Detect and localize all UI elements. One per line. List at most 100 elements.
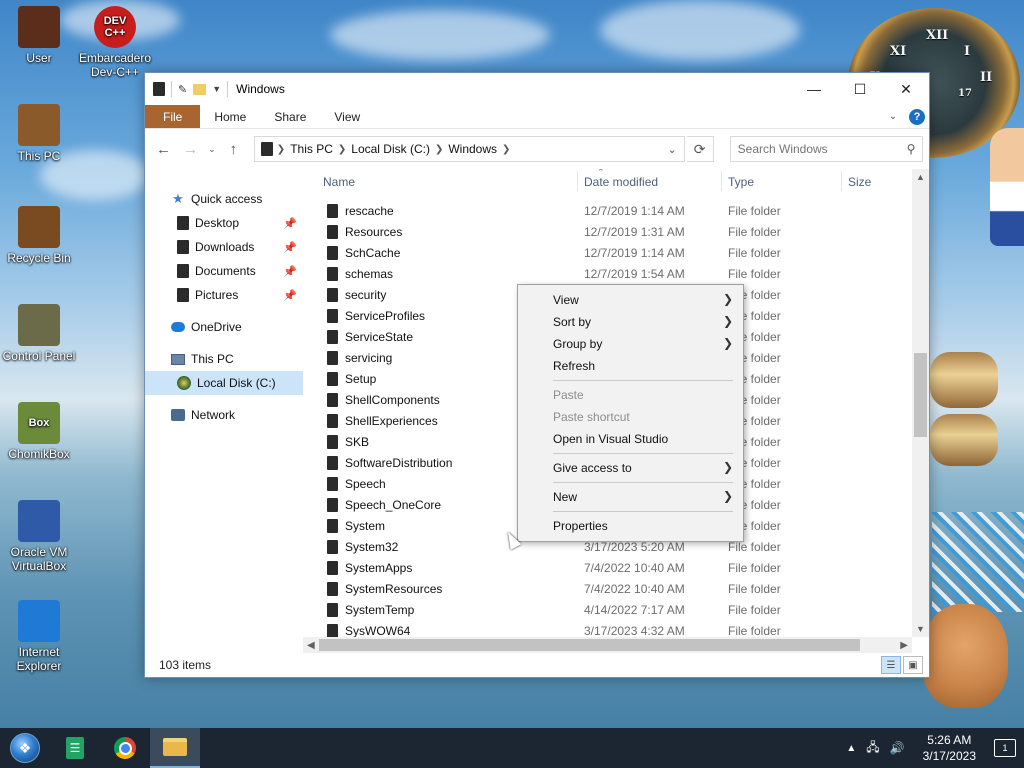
minimize-button[interactable]: — [791, 73, 837, 105]
item-count: 103 items [159, 658, 212, 672]
expand-ribbon-button[interactable]: ⌄ [881, 105, 905, 128]
tab-view[interactable]: View [320, 105, 374, 128]
volume-icon[interactable]: 🔊 [890, 741, 905, 755]
tab-share[interactable]: Share [260, 105, 320, 128]
column-header-size[interactable]: Size [840, 171, 871, 191]
file-name: Resources [345, 224, 403, 239]
menu-item-group-by[interactable]: Group by ❯ [518, 333, 743, 355]
folder-icon [327, 287, 338, 302]
column-header-name[interactable]: Name [323, 175, 355, 189]
virtualbox-icon [18, 500, 60, 542]
taskbar-sheets-button[interactable]: ☰ [50, 728, 100, 768]
nav-network[interactable]: Network [145, 403, 303, 427]
nav-downloads[interactable]: Downloads 📌 [145, 235, 303, 259]
table-row[interactable]: SystemResources 7/4/2022 10:40 AM File fol… [303, 578, 913, 599]
scroll-up-icon[interactable]: ▲ [912, 169, 929, 185]
large-icons-view-button[interactable]: ▣ [903, 656, 923, 674]
chevron-down-icon: ⌄ [667, 143, 677, 156]
chevron-right-icon: ❯ [722, 460, 733, 474]
desktop-icon[interactable]: Oracle VM VirtualBox [2, 500, 76, 573]
menu-item-new[interactable]: New ❯ [518, 486, 743, 508]
nav-local-disk[interactable]: Local Disk (C:) [145, 371, 303, 395]
scroll-left-icon[interactable]: ◀ [307, 640, 315, 651]
up-button[interactable]: ↑ [221, 136, 246, 162]
tab-home[interactable]: Home [200, 105, 260, 128]
scroll-down-icon[interactable]: ▼ [912, 621, 929, 637]
desktop-icon[interactable]: Control Panel [2, 304, 76, 363]
desktop-icon[interactable]: This PC [2, 104, 76, 163]
table-row[interactable]: Resources 12/7/2019 1:31 AM File folder [303, 221, 913, 242]
address-bar[interactable]: ❯ This PC ❯ Local Disk (C:) ❯ Windows ❯ … [253, 136, 685, 162]
vertical-scrollbar[interactable]: ▲ ▼ [912, 169, 929, 637]
recycle-bin-icon [18, 206, 60, 248]
tab-file[interactable]: File [145, 105, 201, 128]
folder-icon [327, 413, 338, 428]
nav-quick-access[interactable]: ★ Quick access [145, 187, 303, 211]
taskbar-chrome-button[interactable] [100, 728, 150, 768]
nav-onedrive[interactable]: OneDrive [145, 315, 303, 339]
desktop-icon[interactable]: Recycle Bin [2, 206, 76, 265]
hamster-decoration [922, 604, 1008, 708]
menu-item-properties[interactable]: Properties [518, 515, 743, 537]
cloud-icon [171, 322, 185, 332]
column-header-type[interactable]: Type [720, 171, 754, 191]
file-date: 12/7/2019 1:14 AM [584, 203, 685, 218]
refresh-button[interactable]: ⟳ [686, 136, 714, 162]
desktop-icon-label: Embarcadero Dev-C++ [78, 51, 152, 79]
desktop-icon[interactable]: Box ChomikBox [2, 402, 76, 461]
desktop-icon[interactable]: Internet Explorer [2, 600, 76, 673]
scroll-thumb[interactable] [319, 639, 860, 651]
address-history-button[interactable]: ⌄ [660, 137, 684, 161]
properties-icon[interactable]: ✎ [178, 83, 187, 96]
sheets-icon: ☰ [66, 737, 84, 759]
menu-item-label: Give access to [553, 461, 632, 475]
search-input[interactable] [737, 142, 900, 156]
column-header-date[interactable]: Date modified [576, 171, 658, 191]
new-folder-icon[interactable] [193, 83, 207, 95]
recent-locations-button[interactable]: ⌄ [205, 136, 219, 162]
table-row[interactable]: SystemTemp 4/14/2022 7:17 AM File folder [303, 599, 913, 620]
desktop-icon[interactable]: User [2, 6, 76, 65]
file-name: System [345, 518, 386, 533]
table-row[interactable]: rescache 12/7/2019 1:14 AM File folder [303, 200, 913, 221]
close-button[interactable]: ✕ [883, 73, 929, 105]
forward-button[interactable]: → [178, 136, 203, 162]
notification-center-button[interactable]: 1 [994, 739, 1016, 757]
nav-this-pc[interactable]: This PC [145, 347, 303, 371]
title-bar[interactable]: ✎ ▼ Windows — ☐ ✕ [145, 73, 929, 105]
menu-item-refresh[interactable]: Refresh [518, 355, 743, 377]
nav-label: Documents [195, 264, 256, 278]
horizontal-scrollbar[interactable]: ◀ ▶ [303, 637, 912, 653]
help-button[interactable]: ? [905, 105, 929, 128]
breadcrumb-this-pc[interactable]: This PC [285, 142, 338, 156]
menu-item-give-access-to[interactable]: Give access to ❯ [518, 457, 743, 479]
menu-item-sort-by[interactable]: Sort by ❯ [518, 311, 743, 333]
taskbar-clock[interactable]: 5:26 AM 3/17/2023 [915, 732, 984, 764]
breadcrumb-local-disk[interactable]: Local Disk (C:) [346, 142, 435, 156]
desktop-icon[interactable]: DEV C++ Embarcadero Dev-C++ [78, 6, 152, 79]
network-icon[interactable]: 🖧 [866, 738, 879, 759]
folder-icon [327, 623, 338, 638]
folder-icon [177, 288, 189, 302]
menu-item-view[interactable]: View ❯ [518, 289, 743, 311]
details-view-button[interactable]: ☰ [881, 656, 901, 674]
menu-item-open-in-visual-studio[interactable]: Open in Visual Studio [518, 428, 743, 450]
nav-documents[interactable]: Documents 📌 [145, 259, 303, 283]
breadcrumb-windows[interactable]: Windows [443, 142, 502, 156]
user-folder-icon [18, 6, 60, 48]
start-button[interactable]: ❖ [0, 728, 50, 768]
taskbar-file-explorer-button[interactable] [150, 728, 200, 768]
search-box[interactable]: ⚲ [729, 136, 923, 162]
table-row[interactable]: SystemApps 7/4/2022 10:40 AM File folder [303, 557, 913, 578]
table-row[interactable]: SchCache 12/7/2019 1:14 AM File folder [303, 242, 913, 263]
file-type: File folder [728, 224, 781, 239]
scroll-thumb[interactable] [914, 353, 927, 437]
windows-logo-icon: ❖ [10, 733, 40, 763]
show-hidden-icons-button[interactable]: ▲ [846, 743, 856, 754]
nav-pictures[interactable]: Pictures 📌 [145, 283, 303, 307]
back-button[interactable]: ← [151, 136, 176, 162]
maximize-button[interactable]: ☐ [837, 73, 883, 105]
chevron-down-icon[interactable]: ▼ [212, 84, 221, 94]
scroll-right-icon[interactable]: ▶ [900, 640, 908, 651]
nav-desktop[interactable]: Desktop 📌 [145, 211, 303, 235]
